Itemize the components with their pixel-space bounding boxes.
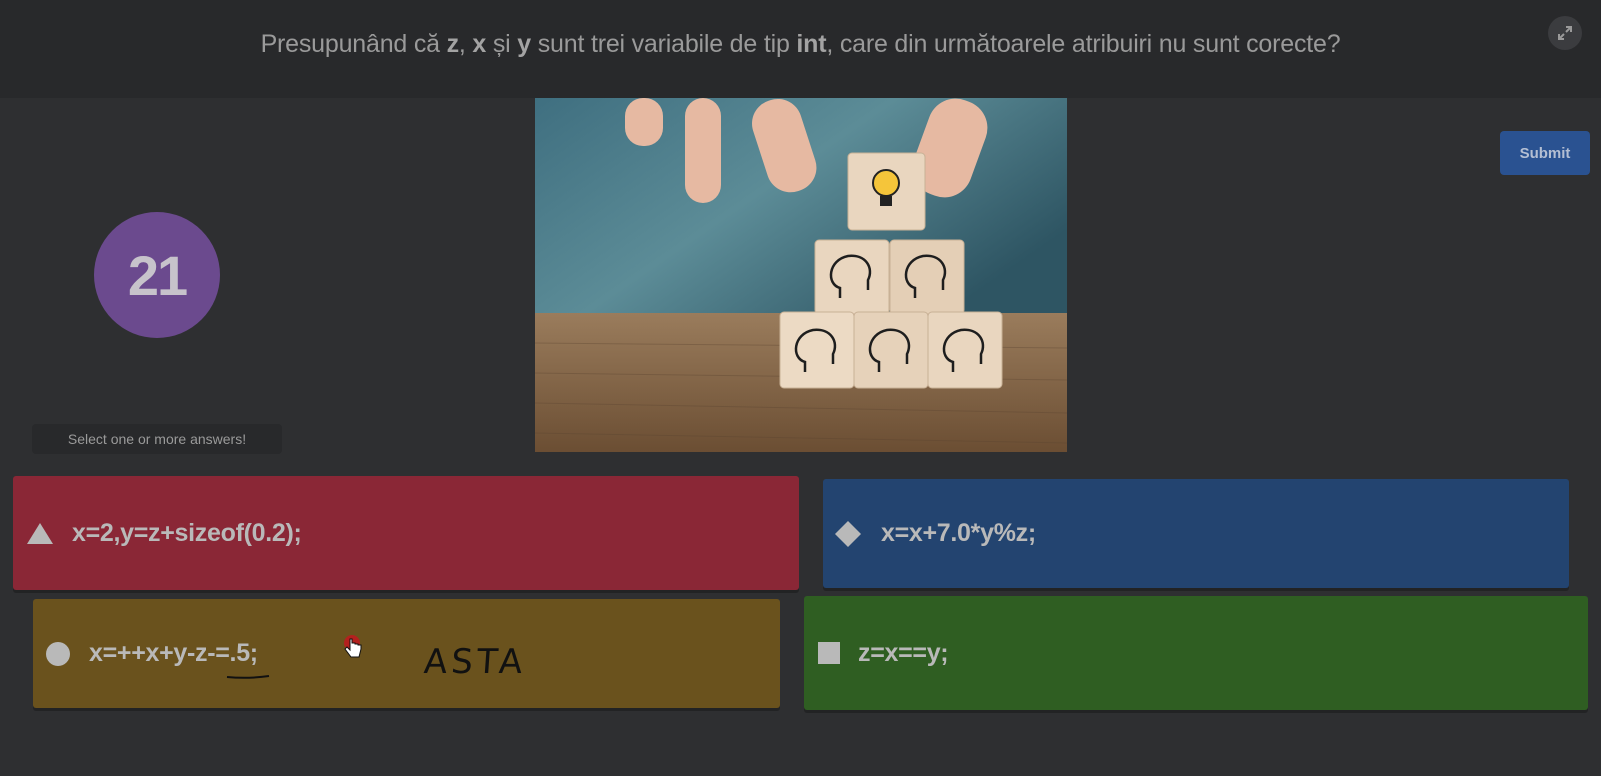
fullscreen-button[interactable] (1548, 16, 1582, 50)
question-image (535, 98, 1067, 452)
mouse-cursor (343, 635, 365, 666)
answer-hint: Select one or more answers! (32, 424, 282, 454)
square-icon (818, 642, 840, 664)
answer-option-4-text: z=x==y; (858, 638, 949, 667)
annotation-underline (226, 675, 270, 679)
question-header: Presupunând că z, x și y sunt trei varia… (0, 0, 1601, 98)
answer-option-1[interactable]: x=2,y=z+sizeof(0.2); (13, 476, 799, 590)
triangle-icon (27, 523, 53, 544)
answer-option-1-text: x=2,y=z+sizeof(0.2); (72, 518, 302, 547)
answer-option-2-text: x=x+7.0*y%z; (881, 519, 1036, 547)
diamond-icon (835, 520, 861, 547)
submit-button[interactable]: Submit (1500, 131, 1590, 175)
annotation-text: ASTA (422, 642, 528, 682)
hand-pointer-icon (344, 635, 362, 658)
question-text: Presupunând că z, x și y sunt trei varia… (260, 30, 1341, 58)
answer-option-3-text: x=++x+y-z-=.5; (89, 639, 258, 667)
answer-option-3[interactable]: x=++x+y-z-=.5; (33, 599, 780, 708)
expand-icon (1558, 26, 1572, 40)
circle-icon (46, 641, 70, 666)
answer-option-2[interactable]: x=x+7.0*y%z; (823, 479, 1569, 588)
question-number-badge: 21 (94, 212, 220, 338)
answer-option-4[interactable]: z=x==y; (804, 596, 1588, 710)
